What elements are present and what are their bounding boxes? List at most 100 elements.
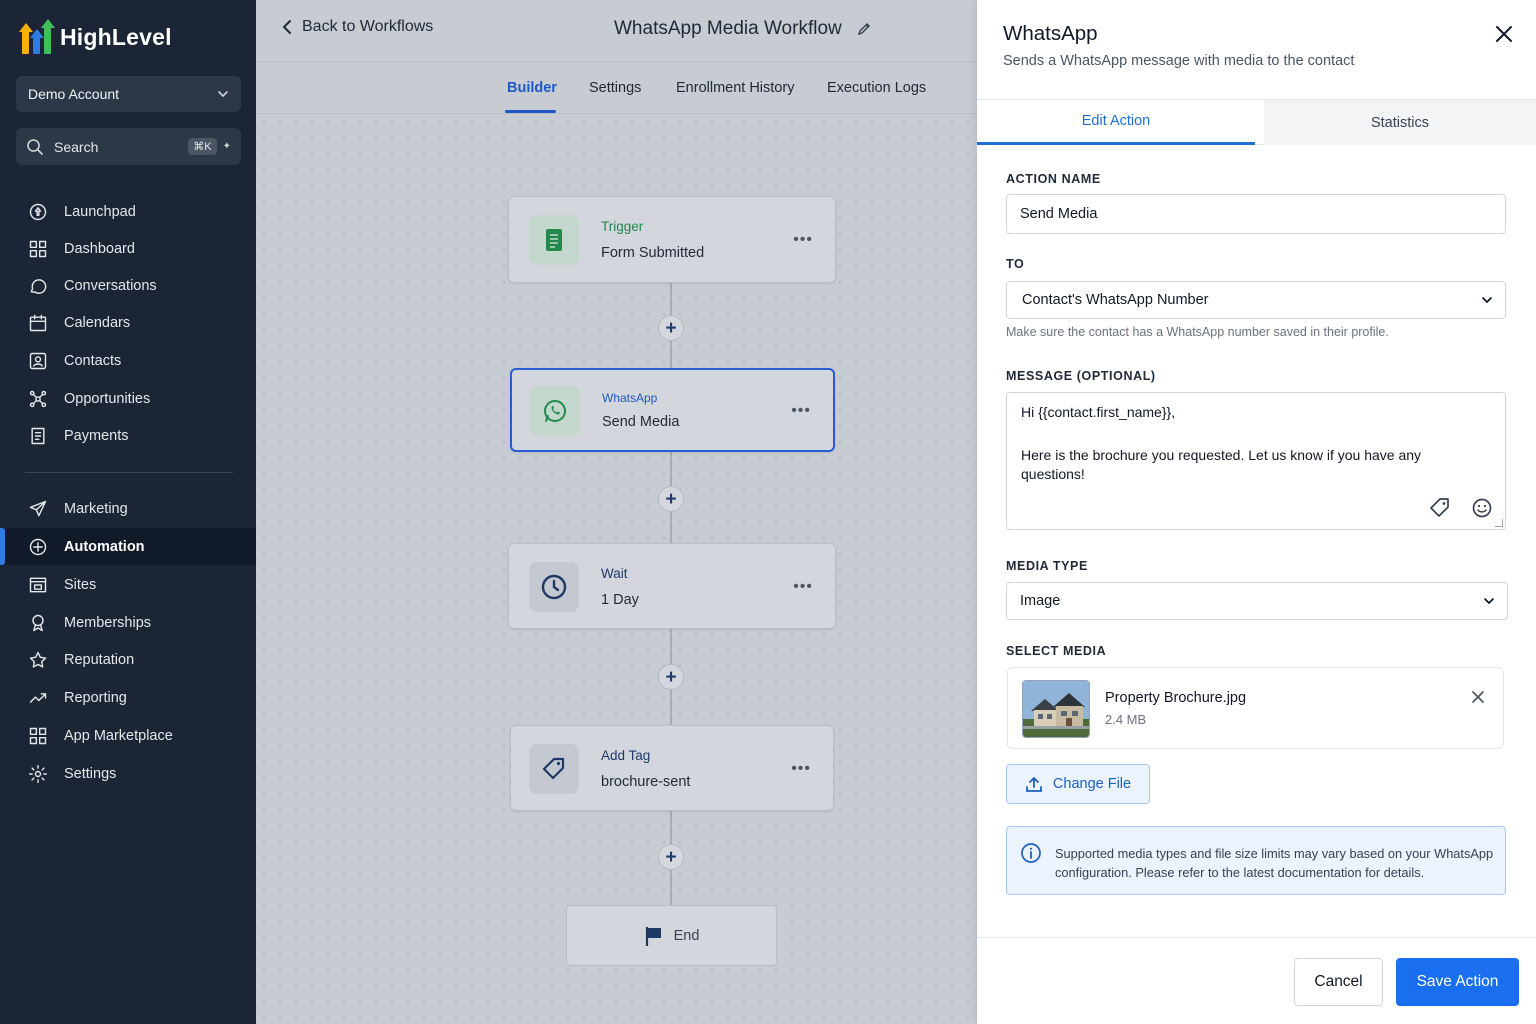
- sidebar-item-sites[interactable]: Sites: [0, 566, 256, 603]
- to-label: TO: [1006, 257, 1025, 271]
- media-thumbnail: [1022, 680, 1090, 738]
- remove-media-icon[interactable]: [1471, 690, 1485, 704]
- badge-icon: [32, 614, 44, 631]
- sparkle-icon[interactable]: ✦: [223, 141, 231, 152]
- info-icon: [1021, 843, 1041, 863]
- search-icon: [27, 138, 43, 155]
- chevron-left-icon: [282, 20, 291, 34]
- to-help-text: Make sure the contact has a WhatsApp num…: [1006, 325, 1389, 339]
- emoji-icon[interactable]: [1471, 497, 1493, 519]
- node-type-label: Wait: [601, 566, 628, 581]
- sidebar-item-label: Automation: [64, 538, 145, 555]
- sidebar-item-contacts[interactable]: Contacts: [0, 342, 256, 379]
- add-step-button[interactable]: +: [658, 486, 684, 512]
- change-file-button[interactable]: Change File: [1006, 764, 1150, 804]
- message-line: Hi {{contact.first_name}},: [1021, 404, 1176, 420]
- media-type-label: MEDIA TYPE: [1006, 559, 1088, 573]
- action-name-input[interactable]: Send Media: [1006, 194, 1506, 234]
- sidebar-item-reputation[interactable]: Reputation: [0, 641, 256, 678]
- chat-icon: [30, 278, 47, 294]
- sidebar-item-calendars[interactable]: Calendars: [0, 304, 256, 341]
- tab-settings[interactable]: Settings: [589, 80, 641, 96]
- active-tab-indicator: [505, 110, 556, 113]
- message-label: MESSAGE (OPTIONAL): [1006, 369, 1156, 383]
- sidebar-item-memberships[interactable]: Memberships: [0, 604, 256, 641]
- sidebar-item-label: Memberships: [64, 614, 152, 631]
- automation-icon: [29, 538, 47, 555]
- to-value: Contact's WhatsApp Number: [1022, 292, 1209, 308]
- save-action-button[interactable]: Save Action: [1396, 958, 1519, 1006]
- add-step-button[interactable]: +: [658, 315, 684, 341]
- sidebar-item-opportunities[interactable]: Opportunities: [0, 380, 256, 417]
- rocket-icon: [29, 203, 47, 220]
- apps-icon: [29, 727, 47, 744]
- account-switcher[interactable]: Demo Account: [16, 76, 241, 112]
- sidebar-item-dashboard[interactable]: Dashboard: [0, 230, 256, 267]
- wait-node[interactable]: Wait 1 Day •••: [508, 543, 836, 629]
- receipt-icon: [31, 427, 45, 444]
- logo-text: HighLevel: [60, 23, 172, 50]
- tab-statistics[interactable]: Statistics: [1264, 100, 1536, 145]
- panel-subtitle: Sends a WhatsApp message with media to t…: [1003, 53, 1355, 69]
- sidebar-item-marketing[interactable]: Marketing: [0, 490, 256, 527]
- trigger-node[interactable]: Trigger Form Submitted •••: [508, 196, 836, 283]
- sidebar-item-label: Reporting: [64, 689, 127, 706]
- end-label: End: [673, 927, 700, 944]
- node-title: Form Submitted: [601, 245, 705, 261]
- search-bar[interactable]: Search ⌘K ✦: [16, 128, 241, 165]
- calendar-icon: [29, 314, 47, 331]
- message-tools: [1429, 497, 1493, 519]
- tab-builder[interactable]: Builder: [507, 80, 557, 96]
- resize-handle[interactable]: [1495, 519, 1503, 527]
- chevron-down-icon: [1482, 297, 1492, 304]
- node-title: brochure-sent: [601, 774, 691, 790]
- media-type-value: Image: [1020, 593, 1061, 609]
- whatsapp-node[interactable]: WhatsApp Send Media •••: [510, 368, 835, 452]
- sidebar-item-app-marketplace[interactable]: App Marketplace: [0, 717, 256, 754]
- sidebar-item-reporting[interactable]: Reporting: [0, 679, 256, 716]
- more-options-icon[interactable]: •••: [791, 402, 811, 420]
- sidebar-item-conversations[interactable]: Conversations: [0, 267, 256, 304]
- workflow-header: Back to Workflows WhatsApp Media Workflo…: [256, 0, 977, 62]
- more-options-icon[interactable]: •••: [791, 760, 811, 778]
- close-icon[interactable]: [1494, 24, 1514, 44]
- tab-execution-logs[interactable]: Execution Logs: [827, 80, 926, 96]
- end-node[interactable]: End: [566, 905, 777, 966]
- more-options-icon[interactable]: •••: [793, 578, 813, 596]
- action-name-value: Send Media: [1020, 206, 1098, 222]
- message-textarea[interactable]: Hi {{contact.first_name}}, Here is the b…: [1006, 392, 1506, 530]
- sidebar-item-settings[interactable]: Settings: [0, 755, 256, 792]
- sidebar-item-label: Sites: [64, 576, 97, 593]
- cancel-button[interactable]: Cancel: [1294, 958, 1383, 1006]
- tab-enrollment-history[interactable]: Enrollment History: [676, 80, 794, 96]
- tab-edit-action[interactable]: Edit Action: [977, 100, 1255, 145]
- node-type-label: Add Tag: [601, 748, 651, 763]
- logo[interactable]: HighLevel: [18, 19, 172, 54]
- node-title: 1 Day: [601, 592, 639, 608]
- sidebar-item-label: Payments: [64, 427, 129, 444]
- sidebar-item-automation[interactable]: Automation: [0, 528, 256, 565]
- add-step-button[interactable]: +: [658, 844, 684, 870]
- back-label: Back to Workflows: [302, 18, 434, 35]
- chevron-down-icon: [218, 91, 228, 98]
- add-step-button[interactable]: +: [658, 664, 684, 690]
- node-type-label: Trigger: [601, 219, 644, 234]
- search-label: Search: [54, 138, 99, 155]
- back-to-workflows-link[interactable]: Back to Workflows: [280, 18, 433, 36]
- panel-tabs: Edit Action Statistics: [977, 99, 1536, 145]
- sidebar-item-payments[interactable]: Payments: [0, 417, 256, 454]
- add-tag-node[interactable]: Add Tag brochure-sent •••: [510, 725, 834, 811]
- pencil-icon[interactable]: [856, 21, 872, 37]
- sidebar-item-label: Calendars: [64, 314, 131, 331]
- form-icon: [529, 215, 579, 265]
- sidebar-item-label: App Marketplace: [64, 727, 173, 744]
- to-select[interactable]: Contact's WhatsApp Number: [1006, 281, 1506, 319]
- panel-title: WhatsApp: [1003, 22, 1098, 45]
- contact-icon: [29, 352, 47, 369]
- more-options-icon[interactable]: •••: [793, 231, 813, 249]
- sidebar-item-launchpad[interactable]: Launchpad: [0, 193, 256, 230]
- media-type-select[interactable]: Image: [1006, 582, 1508, 620]
- media-file-name: Property Brochure.jpg: [1105, 690, 1247, 706]
- tag-icon[interactable]: [1429, 497, 1451, 519]
- sidebar-item-label: Reputation: [64, 651, 135, 668]
